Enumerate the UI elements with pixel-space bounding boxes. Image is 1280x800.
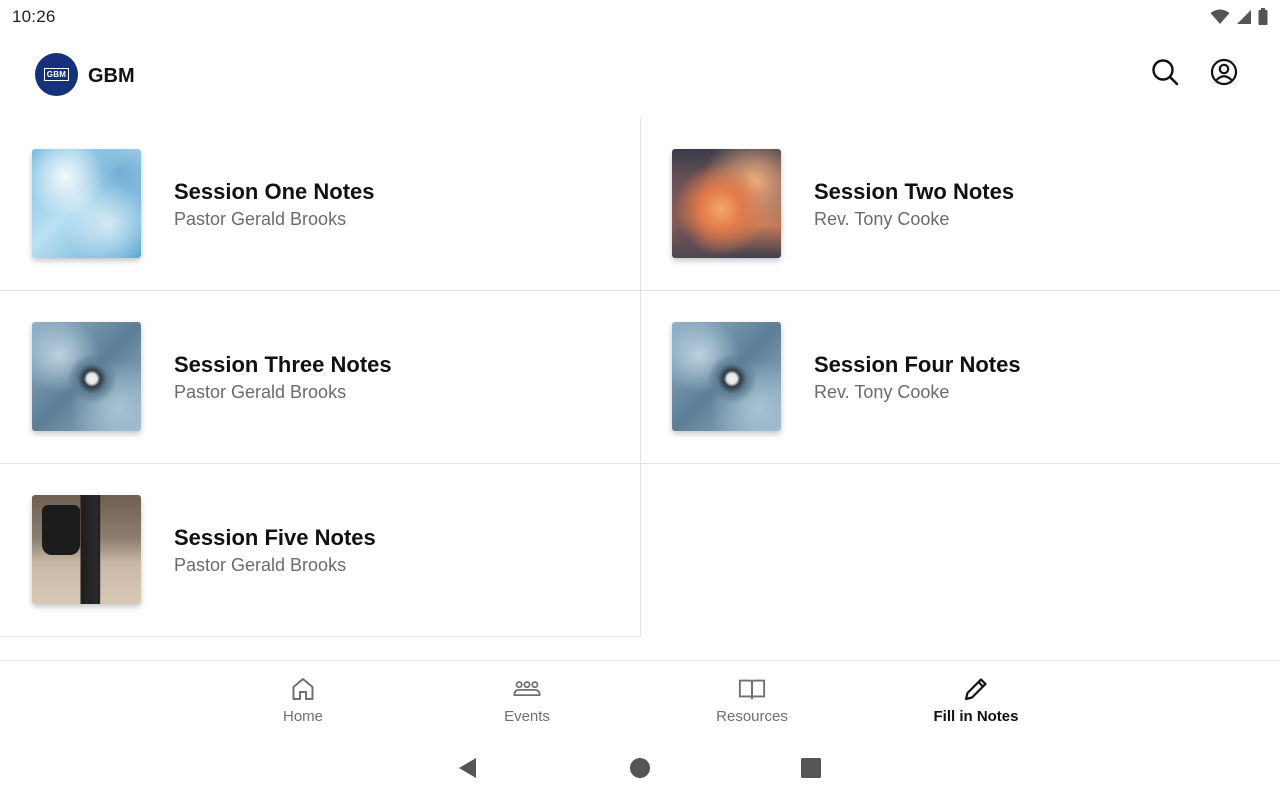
session-title: Session Four Notes bbox=[814, 352, 1021, 377]
session-thumbnail bbox=[672, 149, 781, 258]
book-icon bbox=[738, 675, 766, 703]
nav-label: Events bbox=[504, 708, 550, 725]
session-speaker: Pastor Gerald Brooks bbox=[174, 555, 347, 575]
logo-text: GBM bbox=[43, 68, 70, 81]
session-card[interactable]: Session One Notes Pastor Gerald Brooks bbox=[0, 117, 640, 290]
status-bar: 10:26 bbox=[0, 0, 1280, 34]
session-title: Session Two Notes bbox=[814, 179, 1015, 204]
session-card[interactable]: Session Two Notes Rev. Tony Cooke bbox=[640, 117, 1280, 290]
home-system-button[interactable] bbox=[626, 756, 654, 784]
nav-label: Resources bbox=[716, 708, 788, 725]
session-speaker: Pastor Gerald Brooks bbox=[174, 209, 347, 229]
wifi-icon bbox=[1210, 9, 1230, 25]
cell-signal-icon bbox=[1236, 9, 1252, 25]
system-navigation bbox=[0, 742, 1280, 800]
back-icon bbox=[456, 756, 480, 785]
back-button[interactable] bbox=[454, 756, 482, 784]
home-icon bbox=[289, 675, 317, 703]
recents-button[interactable] bbox=[797, 756, 825, 784]
session-card[interactable]: Session Four Notes Rev. Tony Cooke bbox=[640, 290, 1280, 463]
recents-icon bbox=[800, 757, 822, 784]
search-icon bbox=[1150, 57, 1180, 92]
session-thumbnail bbox=[32, 495, 141, 604]
thumbnail-detail bbox=[42, 505, 80, 555]
session-card[interactable]: Session Three Notes Pastor Gerald Brooks bbox=[0, 290, 640, 463]
bottom-navigation: Home Events Resources Fill in Notes bbox=[0, 660, 1280, 740]
account-circle-icon bbox=[1209, 57, 1239, 92]
nav-home[interactable]: Home bbox=[233, 675, 373, 725]
status-time: 10:26 bbox=[12, 7, 56, 26]
session-speaker: Rev. Tony Cooke bbox=[814, 382, 950, 402]
nav-fill-in-notes[interactable]: Fill in Notes bbox=[906, 675, 1046, 725]
nav-label: Fill in Notes bbox=[933, 708, 1019, 725]
session-thumbnail bbox=[32, 149, 141, 258]
app-bar: GBM GBM bbox=[0, 34, 1280, 116]
session-card[interactable]: Session Five Notes Pastor Gerald Brooks bbox=[0, 463, 640, 636]
home-circle-icon bbox=[629, 757, 651, 784]
nav-events[interactable]: Events bbox=[457, 675, 597, 725]
pencil-icon bbox=[962, 675, 990, 703]
app-title: GBM bbox=[88, 65, 135, 87]
session-title: Session Three Notes bbox=[174, 352, 392, 377]
session-title: Session Five Notes bbox=[174, 525, 376, 550]
session-speaker: Pastor Gerald Brooks bbox=[174, 382, 347, 402]
session-thumbnail bbox=[672, 322, 781, 431]
group-icon bbox=[513, 675, 541, 703]
nav-resources[interactable]: Resources bbox=[682, 675, 822, 725]
battery-icon bbox=[1258, 8, 1268, 25]
session-title: Session One Notes bbox=[174, 179, 375, 204]
session-thumbnail bbox=[32, 322, 141, 431]
row-divider bbox=[0, 636, 641, 637]
nav-label: Home bbox=[282, 708, 323, 725]
search-button[interactable] bbox=[1149, 58, 1181, 90]
session-speaker: Rev. Tony Cooke bbox=[814, 209, 950, 229]
gbm-logo[interactable]: GBM bbox=[35, 53, 78, 96]
status-icons bbox=[1210, 8, 1268, 25]
account-button[interactable] bbox=[1208, 58, 1240, 90]
